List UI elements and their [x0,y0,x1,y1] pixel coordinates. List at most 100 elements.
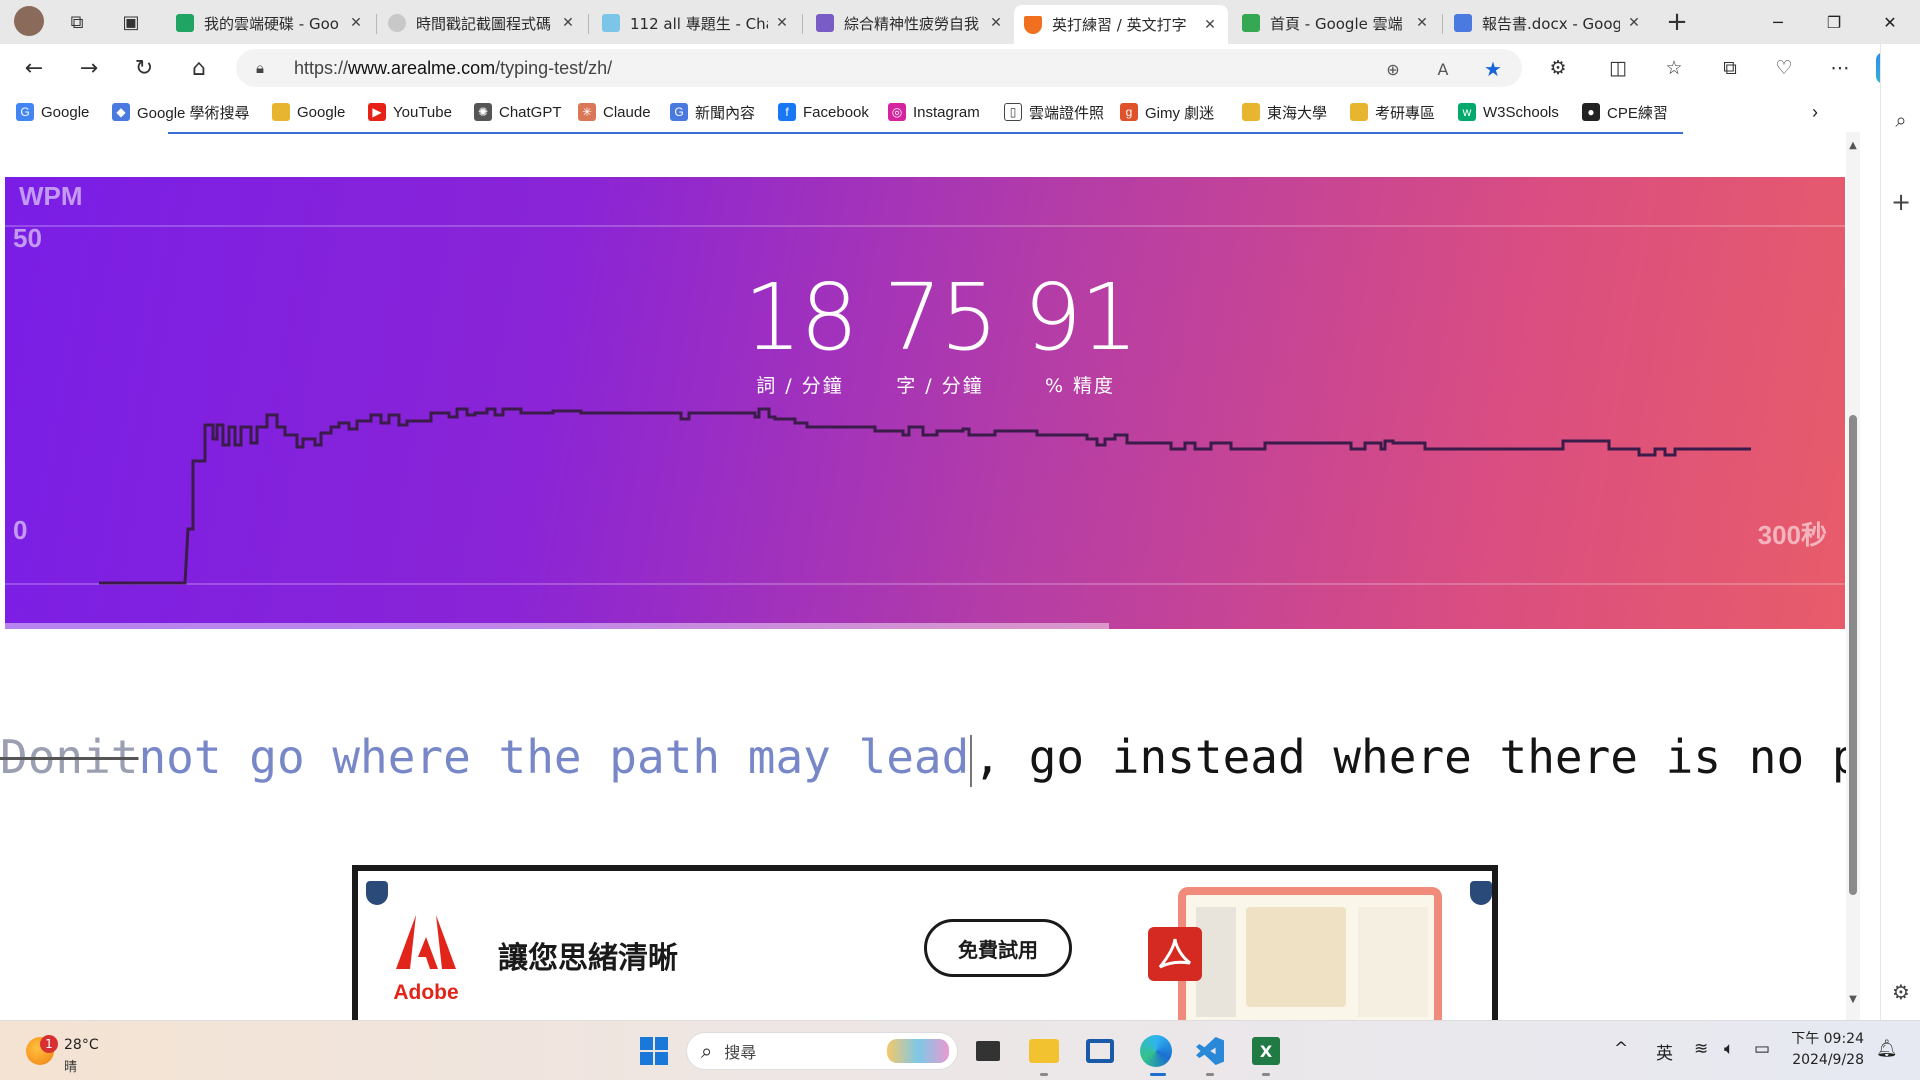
restore-icon[interactable]: ❐ [1806,0,1862,44]
favorite-8[interactable]: ◎ Instagram [888,100,980,124]
stat-value: 18 [743,264,858,371]
tab-timestamp[interactable]: 時間戳記截圖程式碼 ✕ [378,5,586,41]
close-tab-icon[interactable]: ✕ [348,15,364,31]
add-icon[interactable]: + [1885,186,1917,218]
favorite-2[interactable]: Google [272,100,345,124]
favorite-9[interactable]: ▯ 雲端證件照 [1004,100,1104,124]
wifi-icon[interactable]: ≋ [1694,1039,1708,1059]
excel-icon[interactable]: X [1248,1033,1284,1069]
tab-report-doc[interactable]: 報告書.docx - Googl ✕ [1444,5,1652,41]
favorite-1[interactable]: ◆ Google 學術搜尋 [112,100,250,124]
close-tab-icon[interactable]: ✕ [1626,15,1642,31]
favorite-10[interactable]: g Gimy 劇迷 [1120,100,1214,124]
favorite-label: W3Schools [1483,103,1559,121]
ad-choices-icon[interactable] [1470,881,1492,905]
system-clock[interactable]: 下午 09:24 2024/9/28 [1782,1029,1864,1071]
favorite-label: Gimy 劇迷 [1145,104,1215,122]
favorite-6[interactable]: G 新聞內容 [670,100,755,124]
tab-drive[interactable]: 我的雲端硬碟 - Goo ✕ [166,5,374,41]
tray-overflow-icon[interactable]: ^ [1614,1039,1628,1059]
remote-desktop-icon[interactable] [1082,1033,1118,1069]
favorite-14[interactable]: ● CPE練習 [1582,100,1668,124]
favorites-icon[interactable]: ☆ [1658,52,1690,84]
notification-icon[interactable]: 🔔︎ [1876,1039,1898,1059]
tab-typing-active[interactable]: 英打練習 / 英文打字 ✕ [1014,5,1228,44]
mistyped-word: Donit [0,730,139,784]
battery-icon[interactable]: ▭ [1754,1039,1770,1059]
favorite-13[interactable]: w W3Schools [1458,100,1559,124]
close-tab-icon[interactable]: ✕ [1414,15,1430,31]
tab-title: 112 all 專題生 - Chat [630,14,768,33]
favorite-0[interactable]: G Google [16,100,89,124]
docs-icon [1454,14,1472,32]
refresh-icon[interactable]: ↻ [128,52,160,84]
favorite-label: ChatGPT [499,103,562,121]
favorite-7[interactable]: f Facebook [778,100,869,124]
favorite-12[interactable]: 考研專區 [1350,100,1435,124]
close-tab-icon[interactable]: ✕ [988,15,1004,31]
scroll-down-icon[interactable]: ▼ [1848,994,1858,1005]
browser-essentials-icon[interactable]: ♡ [1768,52,1800,84]
favorite-3[interactable]: ▶ YouTube [368,100,452,124]
tab-fatigue[interactable]: 綜合精神性疲勞自我 ✕ [806,5,1014,41]
task-view-icon[interactable] [970,1033,1006,1069]
scroll-thumb[interactable] [1849,415,1857,895]
ime-indicator[interactable]: 英 [1656,1039,1673,1064]
zoom-icon[interactable]: ⊕ [1382,58,1404,80]
favorite-11[interactable]: 東海大學 [1242,100,1327,124]
address-bar[interactable]: 🔒︎ https://www.arealme.com/typing-test/z… [236,49,1522,87]
workspaces-icon[interactable]: ⧉ [64,9,90,35]
profile-avatar[interactable] [14,6,44,36]
typing-text-line[interactable]: Donit not go where the path may lead, go… [0,712,1860,802]
favorites-overflow-chevron-icon[interactable]: › [1812,100,1818,124]
close-tab-icon[interactable]: ✕ [774,15,790,31]
settings-icon[interactable]: ⚙ [1885,976,1917,1008]
read-aloud-icon[interactable]: A [1432,58,1454,80]
minimize-icon[interactable]: ─ [1750,0,1806,44]
tab-actions-icon[interactable]: ▣ [118,9,144,35]
close-tab-icon[interactable]: ✕ [1202,17,1218,33]
free-trial-button[interactable]: 免費試用 [924,919,1072,977]
drive-icon [1242,14,1260,32]
stat-value: 91 [1023,264,1138,371]
taskbar-search[interactable]: ⌕ 搜尋 [686,1032,958,1070]
volume-muted-icon[interactable]: 🔈︎ [1724,1039,1734,1059]
close-window-icon[interactable]: ✕ [1862,0,1918,44]
scroll-up-icon[interactable]: ▲ [1848,140,1858,151]
forward-icon[interactable]: → [73,52,105,84]
url-text[interactable]: https://www.arealme.com/typing-test/zh/ [294,58,612,79]
drive-icon [176,14,194,32]
acrobat-pdf-icon [1148,927,1202,981]
search-icon[interactable]: ⌕ [1885,104,1917,136]
favorite-5[interactable]: ✳ Claude [578,100,651,124]
more-menu-icon[interactable]: ⋯ [1824,52,1856,84]
edge-icon[interactable] [1138,1033,1174,1069]
lock-icon[interactable]: 🔒︎ [256,59,274,77]
ad-choices-icon[interactable] [366,881,388,905]
windows-start-icon[interactable] [636,1033,672,1069]
search-highlight-icon [887,1039,949,1063]
stat-label: 詞 / 分鐘 [756,375,844,397]
favorite-icon: g [1120,103,1138,121]
favorite-star-icon[interactable]: ★ [1482,57,1504,81]
adobe-ad-banner[interactable]: Adobe 讓您思緒清晰 免費試用 [352,865,1498,1020]
new-tab-button[interactable]: + [1664,7,1690,37]
favorite-label: Claude [603,103,651,121]
split-screen-icon[interactable]: ◫ [1602,52,1634,84]
favorite-icon: G [670,103,688,121]
tab-drive-home[interactable]: 首頁 - Google 雲端 ✕ [1232,5,1440,41]
home-icon[interactable]: ⌂ [183,52,215,84]
back-icon[interactable]: ← [18,52,50,84]
favorite-label: Google 學術搜尋 [137,104,250,122]
page-scrollbar[interactable]: ▲ ▼ [1846,132,1860,1020]
weather-widget[interactable]: 1 28°C 晴 [22,1029,112,1075]
collections-icon[interactable]: ⧉ [1714,52,1746,84]
file-explorer-icon[interactable] [1026,1033,1062,1069]
favorite-4[interactable]: ✺ ChatGPT [474,100,562,124]
tab-chat[interactable]: 112 all 專題生 - Chat ✕ [592,5,800,41]
extensions-icon[interactable]: ⚙ [1542,52,1574,84]
vscode-icon[interactable] [1192,1033,1228,1069]
windows-taskbar: 1 28°C 晴 ⌕ 搜尋 X ^ 英 ≋ 🔈︎ ▭ 下午 09:24 2024… [0,1020,1920,1080]
search-icon: ⌕ [701,1039,713,1063]
close-tab-icon[interactable]: ✕ [560,15,576,31]
